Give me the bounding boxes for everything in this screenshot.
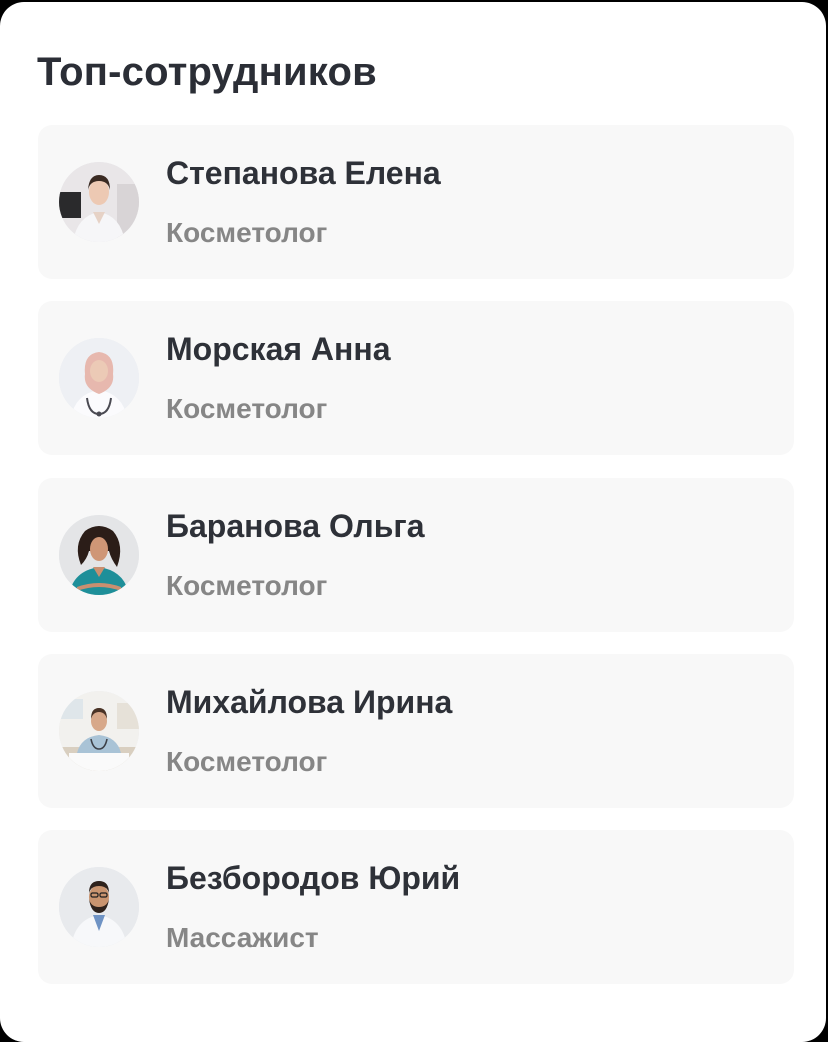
top-employees-card: Топ-сотрудников Степанова Елена Косметол… xyxy=(0,2,826,1042)
woman-teal-scrubs-portrait-icon xyxy=(59,515,139,595)
avatar xyxy=(59,162,139,242)
employee-role: Косметолог xyxy=(166,746,328,777)
employee-card-baranova[interactable]: Баранова Ольга Косметолог xyxy=(38,478,794,632)
employee-name: Михайлова Ирина xyxy=(166,684,453,720)
avatar xyxy=(59,867,139,947)
man-beard-white-coat-portrait-icon xyxy=(59,867,139,947)
woman-white-coat-portrait-icon xyxy=(59,162,139,242)
avatar xyxy=(59,691,139,771)
employee-name: Степанова Елена xyxy=(166,155,441,191)
employee-name: Баранова Ольга xyxy=(166,508,425,544)
employee-role: Косметолог xyxy=(166,393,328,424)
employee-role: Косметолог xyxy=(166,570,328,601)
employee-card-stepanova[interactable]: Степанова Елена Косметолог xyxy=(38,125,794,279)
woman-hijab-stethoscope-portrait-icon xyxy=(59,338,139,418)
avatar xyxy=(59,515,139,595)
employee-card-bezborodov[interactable]: Безбородов Юрий Массажист xyxy=(38,830,794,984)
employee-card-mikhailova[interactable]: Михайлова Ирина Косметолог xyxy=(38,654,794,808)
employee-card-morskaya[interactable]: Морская Анна Косметолог xyxy=(38,301,794,455)
employee-role: Косметолог xyxy=(166,217,328,248)
woman-clinic-stethoscope-portrait-icon xyxy=(59,691,139,771)
employee-name: Морская Анна xyxy=(166,331,391,367)
avatar xyxy=(59,338,139,418)
card-title: Топ-сотрудников xyxy=(37,50,377,94)
employee-name: Безбородов Юрий xyxy=(166,860,461,896)
employee-role: Массажист xyxy=(166,922,319,953)
